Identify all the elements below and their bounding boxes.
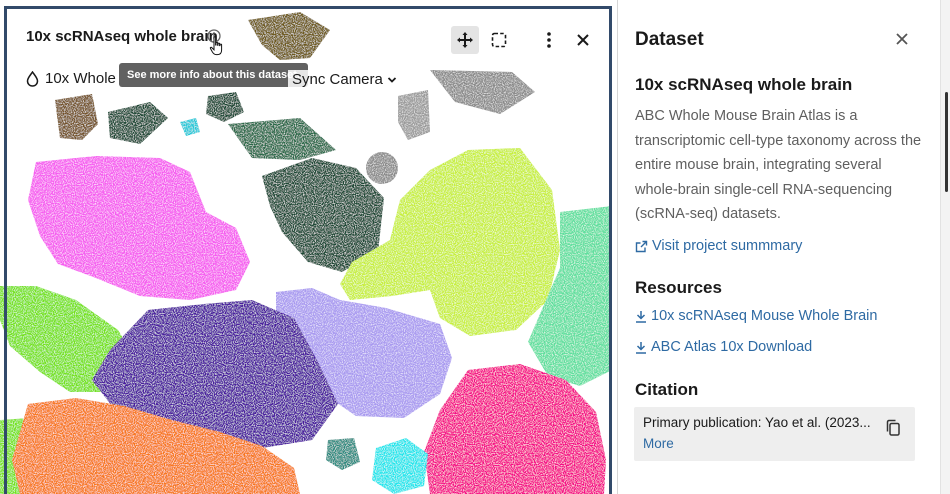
dataset-description: ABC Whole Mouse Brain Atlas is a transcr… (635, 108, 922, 222)
visit-project-summary-link[interactable]: Visit project summmary (635, 238, 802, 254)
citation-title: Citation (635, 380, 699, 399)
citation-more-link[interactable]: More (643, 436, 674, 451)
selection-box-icon (491, 32, 507, 48)
resource-link-label: 10x scRNAseq Mouse Whole Brain (651, 308, 878, 324)
layer-label: 10x Whole (45, 70, 116, 87)
droplet-icon (26, 70, 39, 87)
scrollbar-thumb[interactable] (945, 92, 948, 192)
layer-selector[interactable]: 10x Whole (26, 70, 116, 87)
visit-link-label: Visit project summmary (652, 238, 803, 254)
download-icon (636, 341, 646, 354)
resource-link-label: ABC Atlas 10x Download (651, 339, 813, 355)
download-icon (636, 310, 646, 323)
box-select-tool-button[interactable] (485, 26, 513, 54)
resources-title: Resources (635, 278, 722, 297)
sync-camera-label: Sync Camera (292, 71, 383, 88)
resource-link-mouse-whole-brain[interactable]: 10x scRNAseq Mouse Whole Brain (635, 308, 877, 324)
chevron-down-icon (387, 76, 397, 83)
dataset-name: 10x scRNAseq whole brain (635, 75, 853, 94)
close-panel-button[interactable] (893, 30, 911, 48)
dataset-info-panel: Dataset 10x scRNAseq whole brain ABC Who… (618, 0, 940, 494)
umap-viewer[interactable]: 10x scRNAseq whole brain See more info a… (0, 0, 617, 494)
viewer-title: 10x scRNAseq whole brain (26, 28, 218, 45)
sync-camera-dropdown[interactable]: Sync Camera (288, 70, 401, 89)
pan-tool-button[interactable] (451, 26, 479, 54)
info-tooltip: See more info about this dataset. (119, 63, 308, 87)
citation-text: Primary publication: Yao et al. (2023... (643, 415, 871, 430)
panel-title: Dataset (635, 29, 704, 50)
hand-cursor-icon (209, 36, 223, 56)
close-viewer-button[interactable] (569, 26, 597, 54)
copy-icon[interactable] (885, 419, 901, 437)
external-link-icon (635, 240, 648, 252)
resource-link-abc-atlas-download[interactable]: ABC Atlas 10x Download (635, 339, 812, 355)
move-arrows-icon (457, 32, 473, 48)
citation-box: Primary publication: Yao et al. (2023...… (634, 407, 915, 461)
more-options-button[interactable] (535, 26, 563, 54)
vertical-dots-icon (547, 32, 551, 48)
close-icon (577, 34, 589, 46)
page-scrollbar[interactable] (940, 0, 950, 494)
